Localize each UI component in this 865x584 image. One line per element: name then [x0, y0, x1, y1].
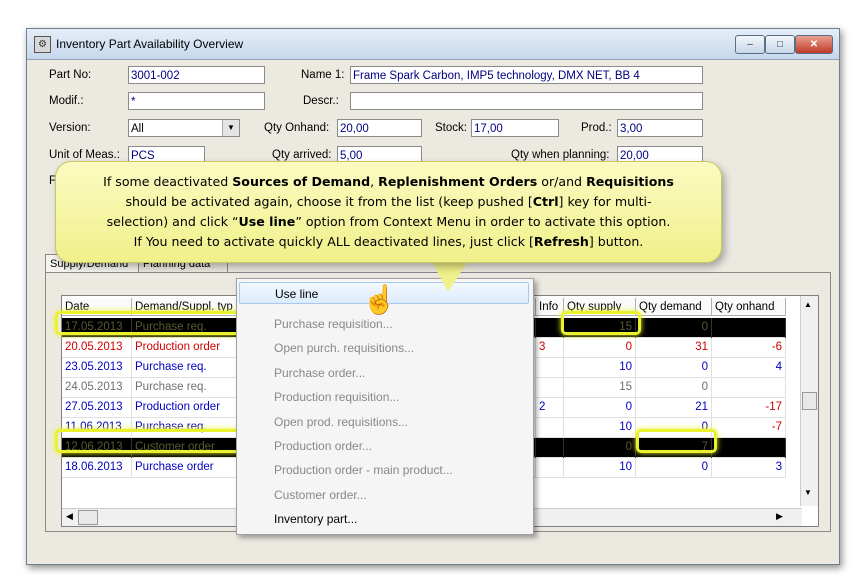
highlight-row-1: [55, 311, 241, 335]
cell-demand: 0: [636, 378, 712, 398]
cell-date: 20.05.2013: [62, 338, 132, 358]
modif-label: Modif.:: [49, 95, 84, 107]
callout-line-1: If some deactivated Sources of Demand, R…: [103, 174, 674, 189]
title-bar[interactable]: ⚙ Inventory Part Availability Overview –…: [27, 29, 839, 60]
chevron-down-icon[interactable]: ▼: [222, 120, 239, 136]
prod-field[interactable]: 3,00: [617, 119, 703, 137]
cell-date: 18.06.2013: [62, 458, 132, 478]
version-label: Version:: [49, 122, 91, 134]
cell-demand: 0: [636, 358, 712, 378]
scroll-right-icon[interactable]: ▶: [776, 511, 783, 522]
qty-onhand-field[interactable]: 20,00: [337, 119, 422, 137]
scroll-left-icon[interactable]: ◀: [66, 511, 73, 522]
qty-arrived-label: Qty arrived:: [272, 149, 332, 161]
context-menu-item[interactable]: Production requisition...: [239, 386, 529, 408]
callout-text: If some deactivated Sources of Demand, R…: [66, 172, 711, 252]
highlight-qty-supply: [561, 311, 641, 335]
context-menu-item[interactable]: Production order...: [239, 435, 529, 457]
maximize-button[interactable]: □: [765, 35, 795, 54]
cell-demand: 0: [636, 318, 712, 338]
cell-onhand: 4: [712, 358, 786, 378]
qty-onhand-label: Qty Onhand:: [264, 122, 330, 134]
cell-onhand: -17: [712, 398, 786, 418]
cell-onhand: 3: [712, 458, 786, 478]
callout-line-4: If You need to activate quickly ALL deac…: [133, 234, 644, 249]
highlight-row-7: [55, 429, 241, 453]
cell-info: [536, 438, 564, 458]
name1-label: Name 1:: [301, 69, 345, 81]
descr-field[interactable]: [350, 92, 703, 110]
scroll-thumb[interactable]: [802, 392, 817, 410]
cell-date: 24.05.2013: [62, 378, 132, 398]
app-icon: ⚙: [34, 36, 51, 53]
vertical-scrollbar[interactable]: ▲ ▼: [800, 296, 818, 506]
cell-supply: 15: [564, 378, 636, 398]
callout-line-3: selection) and click “Use line” option f…: [106, 214, 671, 229]
highlight-qty-demand: [636, 429, 717, 453]
context-menu-item[interactable]: Open purch. requisitions...: [239, 337, 529, 359]
descr-label: Descr.:: [303, 95, 339, 107]
hscroll-thumb[interactable]: [78, 510, 98, 525]
cell-onhand: [712, 438, 786, 458]
context-menu-item[interactable]: Open prod. requisitions...: [239, 411, 529, 433]
context-menu-item[interactable]: Purchase requisition...: [239, 313, 529, 335]
scroll-up-icon[interactable]: ▲: [804, 300, 812, 309]
cell-supply: 0: [564, 398, 636, 418]
callout-pointer: [430, 258, 470, 292]
stock-field[interactable]: 17,00: [471, 119, 559, 137]
scroll-down-icon[interactable]: ▼: [804, 488, 812, 497]
version-combo[interactable]: All ▼: [128, 119, 240, 137]
qty-planning-label: Qty when planning:: [511, 149, 610, 161]
close-button[interactable]: ✕: [795, 35, 833, 54]
cell-supply: 0: [564, 438, 636, 458]
context-menu-item[interactable]: Production order - main product...: [239, 459, 529, 481]
context-menu-item[interactable]: Inventory part...: [239, 508, 529, 530]
context-menu-item[interactable]: Customer order...: [239, 484, 529, 506]
uom-label: Unit of Meas.:: [49, 149, 120, 161]
version-value: All: [131, 123, 144, 135]
cell-onhand: -6: [712, 338, 786, 358]
col-header-info[interactable]: Info: [536, 298, 564, 316]
cell-demand: 31: [636, 338, 712, 358]
cell-onhand: [712, 378, 786, 398]
cell-info: [536, 418, 564, 438]
cell-onhand: [712, 318, 786, 338]
hand-cursor-icon: ☝: [362, 284, 397, 315]
cell-info: 3: [536, 338, 564, 358]
window-title: Inventory Part Availability Overview: [56, 37, 244, 51]
cell-info: [536, 318, 564, 338]
cell-supply: 10: [564, 358, 636, 378]
cell-supply: 0: [564, 338, 636, 358]
instruction-callout: If some deactivated Sources of Demand, R…: [55, 161, 722, 263]
callout-line-2: should be activated again, choose it fro…: [125, 194, 652, 209]
cell-demand: 0: [636, 458, 712, 478]
context-menu: Use line Purchase requisition... Open purc…: [236, 278, 534, 535]
cell-supply: 10: [564, 458, 636, 478]
part-no-label: Part No:: [49, 69, 92, 81]
cell-date: 27.05.2013: [62, 398, 132, 418]
part-no-field[interactable]: 3001-002: [128, 66, 265, 84]
col-header-qty-demand[interactable]: Qty demand: [636, 298, 712, 316]
prod-label: Prod.:: [581, 122, 612, 134]
cell-info: 2: [536, 398, 564, 418]
modif-field[interactable]: *: [128, 92, 265, 110]
context-menu-item[interactable]: Purchase order...: [239, 362, 529, 384]
cell-supply: 10: [564, 418, 636, 438]
stock-label: Stock:: [435, 122, 467, 134]
cell-info: [536, 358, 564, 378]
name1-field[interactable]: Frame Spark Carbon, IMP5 technology, DMX…: [350, 66, 703, 84]
cell-info: [536, 378, 564, 398]
cell-date: 23.05.2013: [62, 358, 132, 378]
cell-demand: 21: [636, 398, 712, 418]
cell-onhand: -7: [712, 418, 786, 438]
cell-info: [536, 458, 564, 478]
minimize-button[interactable]: –: [735, 35, 765, 54]
col-header-qty-onhand[interactable]: Qty onhand: [712, 298, 786, 316]
